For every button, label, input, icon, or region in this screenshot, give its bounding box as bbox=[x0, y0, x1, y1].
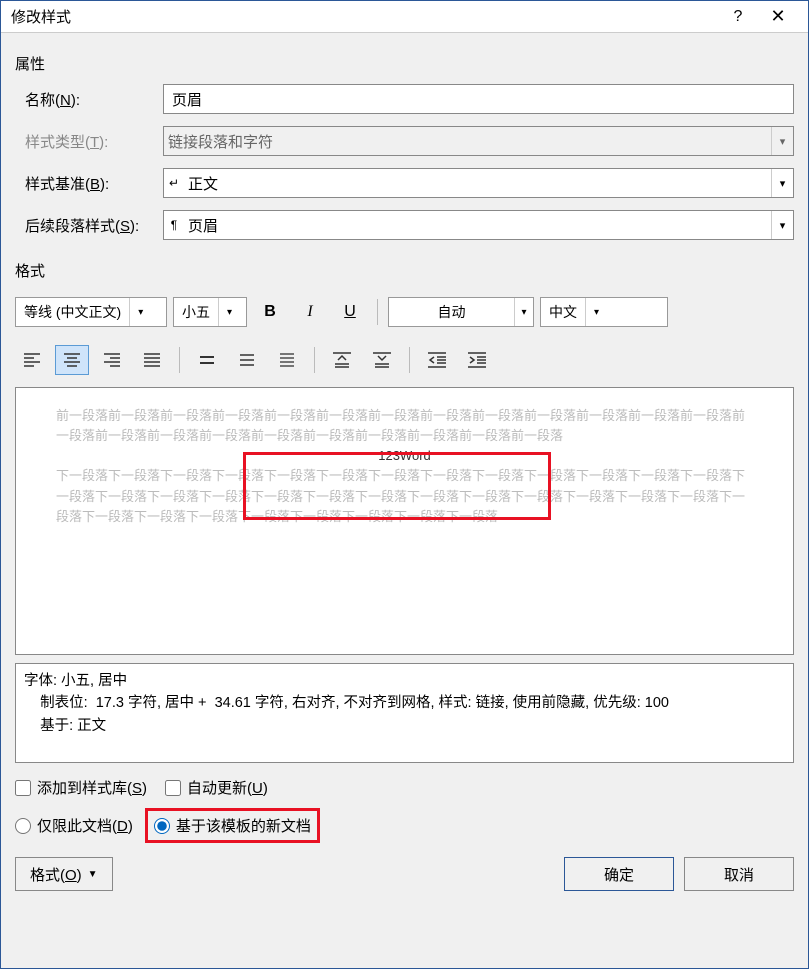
based-on-template-radio[interactable]: 基于该模板的新文档 bbox=[154, 815, 311, 836]
paragraph-icon: ↵ bbox=[164, 176, 184, 190]
style-type-label: 样式类型(T): bbox=[15, 131, 163, 152]
font-color-value: 自动 bbox=[389, 302, 514, 322]
indent-decrease-icon bbox=[426, 351, 448, 369]
align-center-button[interactable] bbox=[55, 345, 89, 375]
dialog-title: 修改样式 bbox=[11, 6, 718, 27]
align-justify-button[interactable] bbox=[135, 345, 169, 375]
section-format-label: 格式 bbox=[15, 260, 794, 281]
preview-next-text: 下一段落下一段落下一段落下一段落下一段落下一段落下一段落下一段落下一段落下一段落… bbox=[56, 466, 753, 526]
align-left-icon bbox=[23, 352, 41, 368]
annotation-highlight-box-2: 基于该模板的新文档 bbox=[145, 808, 320, 843]
style-type-value: 链接段落和字符 bbox=[164, 131, 771, 152]
chevron-down-icon: ▾ bbox=[771, 169, 793, 197]
space-before-increase-button[interactable] bbox=[325, 345, 359, 375]
following-style-label: 后续段落样式(S): bbox=[15, 215, 163, 236]
font-name-value: 等线 (中文正文) bbox=[16, 302, 129, 322]
auto-update-label: 自动更新(U) bbox=[187, 777, 268, 798]
line-spacing-1-button[interactable] bbox=[190, 345, 224, 375]
font-size-value: 小五 bbox=[174, 302, 218, 322]
align-center-icon bbox=[63, 352, 81, 368]
only-this-doc-input[interactable] bbox=[15, 818, 31, 834]
italic-button[interactable]: I bbox=[293, 297, 327, 327]
chevron-down-icon: ▾ bbox=[585, 298, 607, 326]
underline-button[interactable]: U bbox=[333, 297, 367, 327]
align-justify-icon bbox=[143, 352, 161, 368]
cancel-button[interactable]: 取消 bbox=[684, 857, 794, 891]
ok-button[interactable]: 确定 bbox=[564, 857, 674, 891]
align-right-button[interactable] bbox=[95, 345, 129, 375]
titlebar: 修改样式 ? ✕ bbox=[1, 1, 808, 33]
separator bbox=[409, 347, 410, 373]
font-color-combo[interactable]: 自动 ▾ bbox=[388, 297, 534, 327]
separator bbox=[377, 299, 378, 325]
only-this-doc-label: 仅限此文档(D) bbox=[37, 815, 133, 836]
desc-line-1: 字体: 小五, 居中 bbox=[24, 670, 785, 692]
spacing-single-icon bbox=[198, 352, 216, 368]
space-before-decrease-button[interactable] bbox=[365, 345, 399, 375]
add-to-gallery-input[interactable] bbox=[15, 780, 31, 796]
desc-line-3: 基于: 正文 bbox=[24, 715, 785, 737]
preview-prev-text: 前一段落前一段落前一段落前一段落前一段落前一段落前一段落前一段落前一段落前一段落… bbox=[56, 406, 753, 446]
separator bbox=[314, 347, 315, 373]
only-this-doc-radio[interactable]: 仅限此文档(D) bbox=[15, 815, 133, 836]
based-on-template-input[interactable] bbox=[154, 818, 170, 834]
bold-button[interactable]: B bbox=[253, 297, 287, 327]
add-to-gallery-checkbox[interactable]: 添加到样式库(S) bbox=[15, 777, 147, 798]
style-description: 字体: 小五, 居中 制表位: 17.3 字符, 居中 + 34.61 字符, … bbox=[15, 663, 794, 763]
based-on-label: 样式基准(B): bbox=[15, 173, 163, 194]
format-toolbar-2 bbox=[15, 345, 794, 375]
close-button[interactable]: ✕ bbox=[758, 6, 798, 27]
font-lang-combo[interactable]: 中文 ▾ bbox=[540, 297, 668, 327]
name-label: 名称(N): bbox=[15, 89, 163, 110]
line-spacing-2-button[interactable] bbox=[270, 345, 304, 375]
align-right-icon bbox=[103, 352, 121, 368]
font-name-combo[interactable]: 等线 (中文正文) ▾ bbox=[15, 297, 167, 327]
auto-update-checkbox[interactable]: 自动更新(U) bbox=[165, 777, 268, 798]
following-style-value: 页眉 bbox=[184, 215, 771, 236]
based-on-combo[interactable]: ↵ 正文 ▾ bbox=[163, 168, 794, 198]
chevron-down-icon: ▾ bbox=[129, 298, 151, 326]
style-type-combo: 链接段落和字符 ▾ bbox=[163, 126, 794, 156]
chevron-down-icon: ▾ bbox=[771, 127, 793, 155]
linked-style-icon: ¶ bbox=[164, 218, 184, 232]
chevron-down-icon: ▼ bbox=[88, 869, 98, 880]
based-on-value: 正文 bbox=[184, 173, 771, 194]
style-preview: 前一段落前一段落前一段落前一段落前一段落前一段落前一段落前一段落前一段落前一段落… bbox=[15, 387, 794, 655]
indent-decrease-button[interactable] bbox=[420, 345, 454, 375]
preview-sample-text: 123Word bbox=[56, 446, 753, 466]
desc-line-2: 制表位: 17.3 字符, 居中 + 34.61 字符, 右对齐, 不对齐到网格… bbox=[24, 692, 785, 714]
indent-increase-button[interactable] bbox=[460, 345, 494, 375]
add-to-gallery-label: 添加到样式库(S) bbox=[37, 777, 147, 798]
separator bbox=[179, 347, 180, 373]
section-properties-label: 属性 bbox=[15, 53, 794, 74]
line-spacing-1-5-button[interactable] bbox=[230, 345, 264, 375]
spacing-half-icon bbox=[238, 352, 256, 368]
name-input[interactable] bbox=[163, 84, 794, 114]
based-on-template-label: 基于该模板的新文档 bbox=[176, 815, 311, 836]
font-size-combo[interactable]: 小五 ▾ bbox=[173, 297, 247, 327]
format-menu-button[interactable]: 格式(O) ▼ bbox=[15, 857, 113, 891]
modify-style-dialog: 修改样式 ? ✕ 属性 名称(N): 样式类型(T): 链接段落和字符 ▾ 样式… bbox=[0, 0, 809, 969]
font-lang-value: 中文 bbox=[541, 302, 585, 322]
following-style-combo[interactable]: ¶ 页眉 ▾ bbox=[163, 210, 794, 240]
align-left-button[interactable] bbox=[15, 345, 49, 375]
chevron-down-icon: ▾ bbox=[514, 298, 533, 326]
format-menu-label: 格式(O) bbox=[30, 864, 82, 885]
spacing-double-icon bbox=[278, 352, 296, 368]
indent-increase-icon bbox=[466, 351, 488, 369]
chevron-down-icon: ▾ bbox=[218, 298, 240, 326]
space-before-up-icon bbox=[331, 351, 353, 369]
auto-update-input[interactable] bbox=[165, 780, 181, 796]
format-toolbar-1: 等线 (中文正文) ▾ 小五 ▾ B I U 自动 ▾ 中文 ▾ bbox=[15, 297, 794, 327]
space-before-down-icon bbox=[371, 351, 393, 369]
help-button[interactable]: ? bbox=[718, 8, 758, 26]
chevron-down-icon: ▾ bbox=[771, 211, 793, 239]
